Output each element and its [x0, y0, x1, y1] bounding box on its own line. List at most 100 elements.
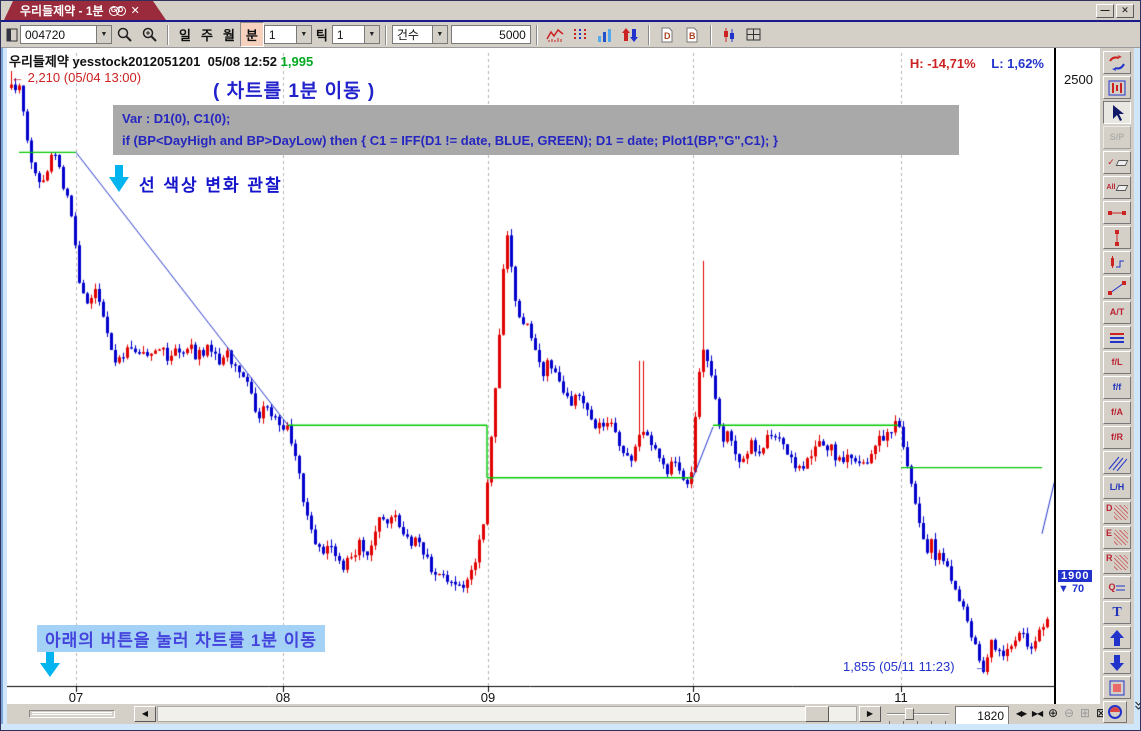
tick-combo[interactable]: 1 ▼ [332, 25, 380, 44]
snap-icon[interactable]: S/P [1103, 126, 1131, 149]
tab-title: 우리들제약 - 1분 [20, 2, 104, 19]
count-label: 건수 [393, 26, 432, 43]
x-axis-label: 09 [481, 690, 495, 705]
right-frame [1134, 48, 1141, 724]
quote-icon[interactable]: Q [1103, 576, 1131, 599]
link-badge-icon: GD [109, 6, 126, 16]
chart-style-icon[interactable] [1103, 76, 1131, 99]
low-percent-label: L: 1,62% [991, 56, 1044, 71]
cyan-down-arrow-icon [108, 165, 130, 198]
grid-layout-icon[interactable] [742, 24, 767, 46]
chevron-down-icon[interactable]: ▼ [432, 26, 447, 43]
x-axis-label: 11 [894, 690, 908, 705]
titlebar: 우리들제약 - 1분 GD ✕ — ✕ [1, 1, 1140, 20]
trendline-icon[interactable] [1103, 276, 1131, 299]
tab-close-icon[interactable]: ✕ [131, 4, 140, 17]
x-axis-label: 08 [276, 690, 290, 705]
minute-combo[interactable]: 1 ▼ [264, 25, 312, 44]
high-percent-label: H: -14,71% [910, 56, 976, 71]
observe-label: 선 색상 변화 관찰 [139, 171, 283, 196]
arrow-down-icon[interactable] [1103, 651, 1131, 674]
panel-toggle-icon[interactable] [4, 24, 20, 46]
slider-knob[interactable] [905, 708, 914, 720]
grid-icon[interactable]: ⊞ [1077, 705, 1093, 722]
chevron-down-icon[interactable]: ▼ [96, 26, 111, 43]
low-high-icon[interactable]: L/H [1103, 476, 1131, 499]
doc-b-icon[interactable]: B [680, 24, 705, 46]
stock-name: 우리들제약 [9, 54, 69, 69]
formula-code-box: Var : D1(0), C1(0); if (BP<DayHigh and B… [113, 105, 959, 155]
erase-one-icon[interactable]: ✓ [1103, 151, 1131, 174]
svg-text:B: B [689, 31, 696, 41]
toolbar: 004720 ▼ 일 주 월 분 1 ▼ 틱 1 ▼ 건수 ▼ 5000 [1, 22, 1140, 48]
fan-icon[interactable]: f/A [1103, 401, 1131, 424]
right-arrow-icon: → [974, 659, 987, 674]
minimize-button[interactable]: — [1096, 4, 1114, 18]
zoom-out-icon[interactable]: ⊖ [1061, 705, 1077, 722]
period-month-button[interactable]: 월 [218, 23, 240, 46]
search-icon[interactable] [112, 24, 137, 46]
period-week-button[interactable]: 주 [196, 23, 218, 46]
bp-step-icon[interactable] [1103, 251, 1131, 274]
count-combo[interactable]: 건수 ▼ [392, 25, 448, 44]
tip-label: 아래의 버튼을 눌러 차트를 1분 이동 [37, 625, 325, 652]
scroll-left-button[interactable]: ◀ [134, 706, 156, 722]
regression-icon[interactable]: f/R [1103, 426, 1131, 449]
erase-all-icon[interactable]: All [1103, 176, 1131, 199]
bar-count-input[interactable]: 1820 [955, 706, 1009, 725]
zoom-in-icon[interactable]: ⊕ [1045, 705, 1061, 722]
up-down-arrows-icon[interactable] [618, 24, 643, 46]
horizontal-line-icon[interactable] [1103, 201, 1131, 224]
hatch-e-icon[interactable]: E [1103, 526, 1131, 549]
close-button[interactable]: ✕ [1116, 4, 1134, 18]
period-minute-button[interactable]: 분 [240, 22, 264, 47]
candle-chart-icon[interactable] [717, 24, 742, 46]
multi-hline-icon[interactable] [1103, 326, 1131, 349]
chart-window: 우리들제약 - 1분 GD ✕ — ✕ 004720 ▼ 일 주 월 분 [0, 0, 1141, 731]
collapse-bars-icon[interactable]: ▶◀ [1029, 705, 1045, 722]
expand-bars-icon[interactable]: ◀▶ [1013, 705, 1029, 722]
scrollbar-track[interactable] [157, 706, 857, 722]
hatch-r-icon[interactable]: R [1103, 551, 1131, 574]
record-icon[interactable] [1103, 701, 1127, 723]
dashed-bars-icon[interactable] [568, 24, 593, 46]
chevron-down-icon[interactable]: ▼ [296, 26, 311, 43]
text-annotation-icon[interactable]: A/T [1103, 301, 1131, 324]
parallel-lines-icon[interactable] [1103, 451, 1131, 474]
bottom-frame [1, 724, 1141, 731]
feed-id: yesstock2012051201 [72, 54, 200, 69]
chart-tab[interactable]: 우리들제약 - 1분 GD ✕ [4, 1, 166, 20]
volume-bars-icon[interactable] [593, 24, 618, 46]
volume-input[interactable]: 5000 [451, 25, 531, 44]
vertical-line-icon[interactable] [1103, 226, 1131, 249]
curve-icon[interactable]: f/f [1103, 376, 1131, 399]
stock-code-combo[interactable]: 004720 ▼ [20, 25, 112, 44]
stock-code-value: 004720 [21, 28, 96, 42]
y-axis-top-label: 2500 [1064, 72, 1093, 87]
refresh-icon[interactable] [1103, 51, 1131, 74]
chart-area: 우리들제약 yesstock2012051201 05/08 12:52 1,9… [7, 48, 1054, 704]
splitter-grip[interactable] [29, 710, 115, 718]
stop-icon[interactable] [1103, 676, 1131, 699]
chevron-more-icon[interactable] [1134, 698, 1141, 716]
cursor-icon[interactable] [1103, 101, 1131, 124]
code-line-1: Var : D1(0), C1(0); [122, 108, 950, 130]
code-line-2: if (BP<DayHigh and BP>DayLow) then { C1 … [122, 130, 950, 152]
price-axis: 2500 1900 ▼ 70 [1054, 48, 1100, 704]
current-datetime: 05/08 12:52 [208, 54, 277, 69]
doc-d-icon[interactable]: D [655, 24, 680, 46]
scroll-right-button[interactable]: ▶ [859, 706, 881, 722]
hatch-d-icon[interactable]: D [1103, 501, 1131, 524]
line-chart-icon[interactable] [543, 24, 568, 46]
search-name-icon[interactable] [137, 24, 162, 46]
zoom-slider[interactable] [887, 706, 949, 722]
bottom-bar: ◀ ▶ 1820 ◀▶ ▶◀ ⊕ ⊖ ⊞ ⊠ [7, 704, 1100, 724]
arrow-up-icon[interactable] [1103, 626, 1131, 649]
chevron-down-icon[interactable]: ▼ [364, 26, 379, 43]
fib-line-icon[interactable]: f/L [1103, 351, 1131, 374]
period-day-button[interactable]: 일 [174, 23, 196, 46]
text-tool-icon[interactable]: T [1103, 601, 1131, 624]
scrollbar-thumb[interactable] [805, 706, 829, 722]
marker-change: ▼ 70 [1058, 583, 1092, 595]
cyan-down-arrow-icon [39, 652, 61, 683]
